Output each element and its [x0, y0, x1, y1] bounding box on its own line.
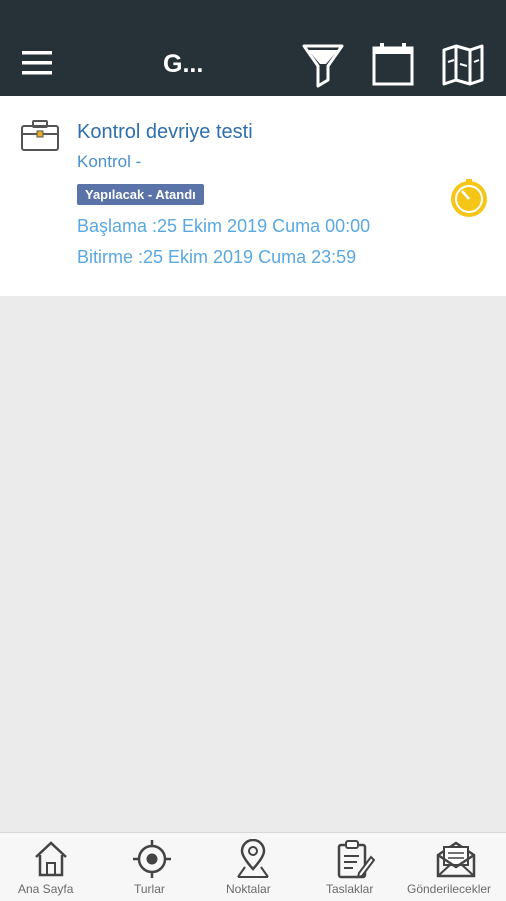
nav-label: Ana Sayfa [18, 882, 74, 896]
filter-icon[interactable] [300, 40, 346, 88]
envelope-icon [436, 841, 476, 878]
nav-tours[interactable]: Turlar [101, 837, 202, 899]
task-title[interactable]: Kontrol devriye testi [77, 121, 253, 144]
task-card[interactable]: Kontrol devriye testi Kontrol - Yapılaca… [0, 96, 506, 296]
status-badge: Yapılacak - Atandı [77, 184, 204, 205]
briefcase-icon [21, 120, 59, 151]
nav-label: Gönderilecekler [407, 882, 492, 896]
menu-icon[interactable] [20, 48, 56, 78]
calendar-icon[interactable] [370, 40, 416, 88]
nav-outbox[interactable]: Gönderilecekler [404, 837, 506, 899]
end-date: Bitirme :25 Ekim 2019 Cuma 23:59 [77, 247, 357, 267]
target-icon [133, 840, 171, 878]
nav-label: Taslaklar [326, 882, 374, 896]
home-icon [35, 841, 67, 877]
nav-label: Noktalar [226, 882, 271, 896]
app-header: G... [0, 0, 506, 96]
task-subtitle: Kontrol - [77, 152, 142, 171]
page-title: G... [163, 50, 204, 78]
clipboard-icon [337, 840, 375, 879]
bottom-navigation: Ana Sayfa Turlar Noktalar Taslaklar Gönd… [0, 832, 506, 901]
nav-drafts[interactable]: Taslaklar [303, 837, 404, 899]
start-date: Başlama :25 Ekim 2019 Cuma 00:00 [77, 216, 371, 236]
nav-points[interactable]: Noktalar [202, 837, 303, 899]
map-pin-icon [237, 839, 269, 878]
timer-icon [451, 179, 487, 217]
nav-home[interactable]: Ana Sayfa [0, 837, 101, 899]
nav-label: Turlar [134, 882, 165, 896]
map-icon[interactable] [440, 40, 486, 88]
